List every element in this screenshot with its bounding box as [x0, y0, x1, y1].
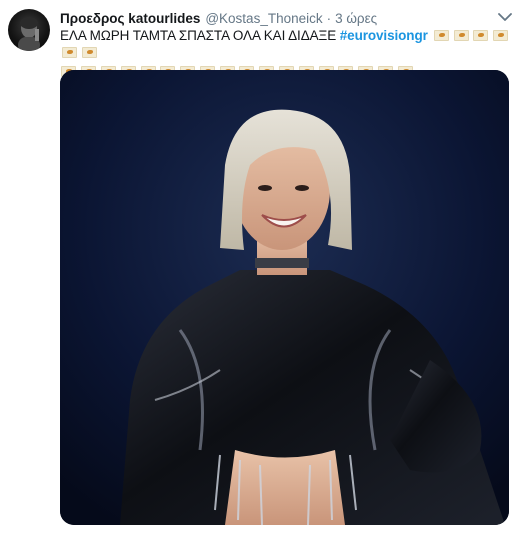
cyprus-flag-icon	[473, 30, 489, 41]
separator-dot: ·	[326, 10, 332, 26]
tweet-timestamp[interactable]: 3 ώρες	[335, 11, 377, 26]
cyprus-flag-icon	[82, 47, 98, 58]
avatar[interactable]	[8, 9, 50, 51]
tweet-photo[interactable]	[60, 70, 509, 525]
cyprus-flag-icon	[62, 47, 78, 58]
user-handle[interactable]: @Kostas_Thoneick	[205, 11, 322, 26]
chevron-down-icon[interactable]	[496, 10, 514, 24]
cyprus-flag-icon	[453, 30, 469, 41]
tweet[interactable]: Προεδρος katourlides @Kostas_Thoneick · …	[0, 0, 527, 536]
hashtag-link[interactable]: #eurovisiongr	[340, 28, 428, 43]
cyprus-flag-icon	[433, 30, 449, 41]
display-name[interactable]: Προεδρος katourlides	[60, 11, 200, 26]
tweet-header: Προεδρος katourlides @Kostas_Thoneick · …	[60, 9, 377, 27]
cyprus-flag-icon	[493, 30, 509, 41]
tweet-body: ΕΛΑ ΜΩΡΗ ΤΑΜΤΑ ΣΠΑΣΤΑ ΟΛΑ ΚΑΙ ΔΙΔΑΞΕ	[60, 28, 337, 43]
